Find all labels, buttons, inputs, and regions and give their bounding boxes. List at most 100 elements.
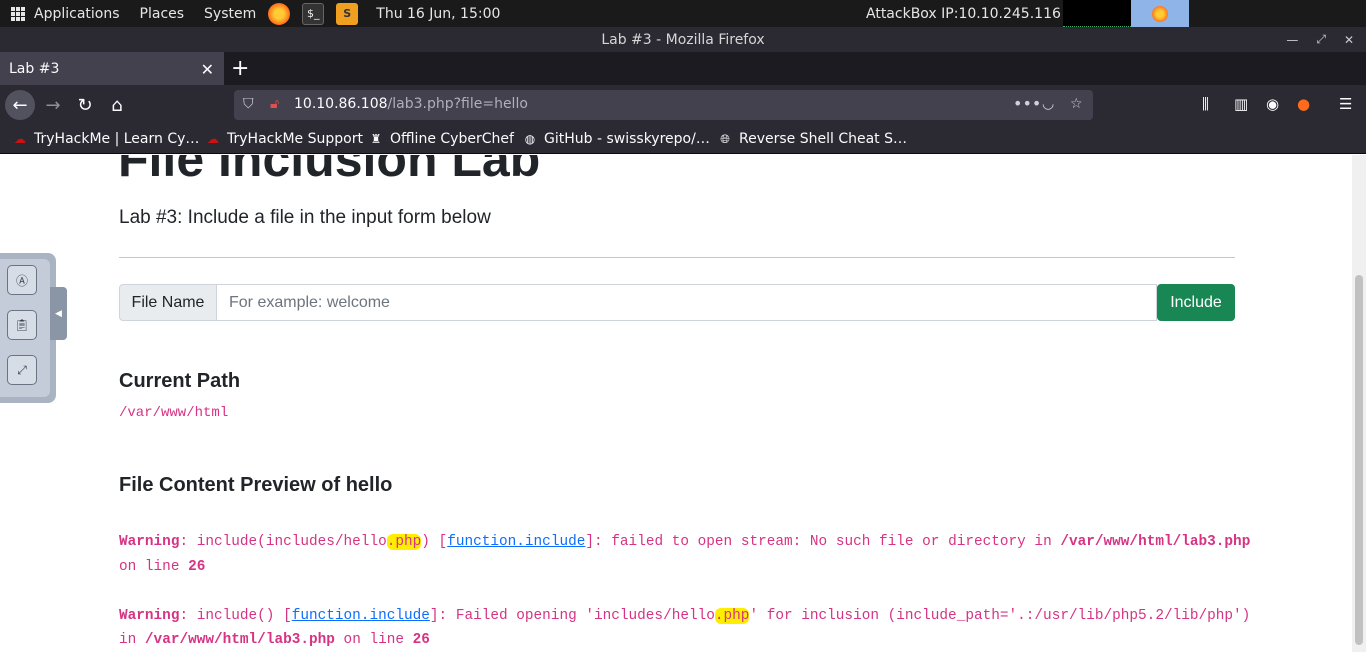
bookmark-tryhackme-support[interactable]: ☁ TryHackMe Support bbox=[205, 131, 363, 147]
system-menu[interactable]: System bbox=[204, 0, 256, 27]
pocket-icon[interactable]: ◡ bbox=[1042, 96, 1054, 112]
warning-label: Warning bbox=[119, 534, 180, 550]
highlighted-text: .php bbox=[714, 608, 750, 624]
url-path: /lab3.php?file=hello bbox=[387, 96, 528, 112]
extension-icon[interactable]: ● bbox=[1297, 95, 1310, 113]
navigation-bar: ← → ↻ ⌂ ⛉ 🔓︎ 10.10.86.108/lab3.php?file=… bbox=[0, 85, 1366, 125]
home-button[interactable]: ⌂ bbox=[102, 90, 132, 120]
tryhackme-icon: ☁ bbox=[14, 132, 26, 146]
warning-1-line-1: Warning: include(includes/hello.php) [fu… bbox=[119, 534, 1250, 550]
warning-text: : include() [ bbox=[179, 608, 292, 624]
close-tab-icon[interactable]: ✕ bbox=[201, 60, 214, 79]
applications-menu[interactable]: Applications bbox=[34, 0, 120, 27]
firefox-taskbar-button[interactable] bbox=[1131, 0, 1189, 27]
sidebar-icon[interactable]: ▥ bbox=[1234, 95, 1248, 113]
current-path-heading: Current Path bbox=[119, 370, 241, 392]
apps-grid-icon[interactable] bbox=[11, 6, 25, 21]
scrollbar-thumb[interactable] bbox=[1355, 275, 1363, 645]
url-bar[interactable]: ⛉ 🔓︎ 10.10.86.108/lab3.php?file=hello ••… bbox=[234, 90, 1093, 120]
bookmark-label: TryHackMe | Learn Cy… bbox=[34, 131, 200, 147]
highlighted-text: .php bbox=[386, 534, 422, 550]
firefox-icon bbox=[1152, 5, 1168, 22]
warning-text: ' for inclusion (include_path='.:/usr/li… bbox=[749, 608, 1251, 624]
places-menu[interactable]: Places bbox=[140, 0, 185, 27]
attackbox-ip: AttackBox IP:10.10.245.116 bbox=[866, 5, 1061, 22]
top-panel: Applications Places System $_ S Thu 16 J… bbox=[0, 0, 1366, 27]
warning-1-line-2: on line 26 bbox=[119, 559, 205, 575]
function-include-link[interactable]: function.include bbox=[292, 608, 430, 624]
close-window-icon[interactable]: ✕ bbox=[1344, 33, 1354, 47]
tab-label: Lab #3 bbox=[9, 60, 60, 77]
url-text[interactable]: 10.10.86.108/lab3.php?file=hello bbox=[294, 96, 528, 112]
side-toolbar-handle[interactable]: ◀ bbox=[50, 287, 67, 340]
page-actions-icon[interactable]: ••• bbox=[1013, 94, 1041, 113]
github-icon: ◍ bbox=[524, 132, 536, 146]
warning-text: on line bbox=[119, 559, 189, 575]
bookmark-label: GitHub - swisskyrepo/… bbox=[544, 131, 710, 147]
warning-line-number: 26 bbox=[188, 559, 206, 575]
warning-text: on line bbox=[334, 632, 413, 648]
side-toolbar-inner: Ⓐ 📋︎ ⤢ bbox=[0, 259, 50, 397]
preview-filename: hello bbox=[345, 474, 393, 496]
warning-line-number: 26 bbox=[412, 632, 430, 648]
bookmark-label: TryHackMe Support bbox=[227, 131, 363, 147]
library-icon[interactable]: ⫼ bbox=[1202, 95, 1209, 113]
bookmark-star-icon[interactable]: ☆ bbox=[1070, 96, 1083, 112]
warning-2-line-2: in /var/www/html/lab3.php on line 26 bbox=[119, 632, 430, 648]
warning-text: : include(includes/hello bbox=[179, 534, 387, 550]
tab-lab3[interactable]: Lab #3 ✕ bbox=[0, 52, 224, 85]
tryhackme-icon: ☁ bbox=[207, 132, 219, 146]
warning-text: ]: Failed opening 'includes/hello bbox=[429, 608, 715, 624]
warning-text: ]: failed to open stream: No such file o… bbox=[585, 534, 1061, 550]
window-title: Lab #3 - Mozilla Firefox bbox=[601, 31, 765, 48]
bookmark-reverse-shell[interactable]: 🌐︎ Reverse Shell Cheat S… bbox=[717, 131, 907, 147]
bookmark-cyberchef[interactable]: ♜ Offline CyberChef bbox=[368, 131, 514, 147]
file-name-input[interactable] bbox=[217, 284, 1157, 321]
shield-icon[interactable]: ⛉ bbox=[243, 96, 254, 112]
warning-text: ) [ bbox=[421, 534, 448, 550]
forward-button[interactable]: → bbox=[38, 90, 68, 120]
back-button[interactable]: ← bbox=[5, 90, 35, 120]
warning-2-line-1: Warning: include() [function.include]: F… bbox=[119, 608, 1250, 624]
bookmark-label: Offline CyberChef bbox=[390, 131, 514, 147]
page-title: File Inclusion Lab bbox=[118, 155, 541, 187]
page-content: File Inclusion Lab Lab #3: Include a fil… bbox=[0, 155, 1352, 652]
warning-label: Warning bbox=[119, 608, 180, 624]
insecure-lock-icon[interactable]: 🔓︎ bbox=[270, 96, 279, 112]
terminal-launcher-icon[interactable]: $_ bbox=[302, 2, 325, 25]
panel-applet bbox=[1062, 0, 1131, 27]
minimize-icon[interactable]: — bbox=[1286, 33, 1298, 47]
firefox-launcher-icon[interactable] bbox=[268, 2, 291, 25]
bookmark-label: Reverse Shell Cheat S… bbox=[739, 131, 907, 147]
current-path-value: /var/www/html bbox=[119, 405, 229, 421]
bookmark-github[interactable]: ◍ GitHub - swisskyrepo/… bbox=[522, 131, 710, 147]
page-lead: Lab #3: Include a file in the input form… bbox=[119, 207, 491, 228]
tab-strip: Lab #3 ✕ + bbox=[0, 52, 1366, 85]
restore-icon[interactable]: ⤢ bbox=[1316, 32, 1326, 47]
file-input-group: File Name Include bbox=[119, 284, 1235, 321]
function-include-link[interactable]: function.include bbox=[447, 534, 585, 550]
window-titlebar: Lab #3 - Mozilla Firefox — ⤢ ✕ bbox=[0, 27, 1366, 52]
warning-text: in bbox=[119, 632, 145, 648]
preview-heading: File Content Preview of hello bbox=[119, 474, 392, 497]
divider bbox=[119, 257, 1235, 258]
file-name-label: File Name bbox=[119, 284, 217, 321]
reload-button[interactable]: ↻ bbox=[70, 90, 100, 120]
fullscreen-icon[interactable]: ⤢ bbox=[7, 355, 37, 385]
bookmarks-bar: ☁ TryHackMe | Learn Cy… ☁ TryHackMe Supp… bbox=[0, 125, 1366, 154]
warning-path: /var/www/html/lab3.php bbox=[144, 632, 335, 648]
url-host: 10.10.86.108 bbox=[294, 96, 388, 112]
text-tool-icon[interactable]: Ⓐ bbox=[7, 265, 37, 295]
bookmark-tryhackme[interactable]: ☁ TryHackMe | Learn Cy… bbox=[12, 131, 199, 147]
new-tab-icon[interactable]: + bbox=[231, 56, 249, 81]
clipboard-icon[interactable]: 📋︎ bbox=[7, 310, 37, 340]
page-scrollbar[interactable] bbox=[1352, 155, 1366, 652]
globe-icon: 🌐︎ bbox=[720, 131, 730, 146]
include-button[interactable]: Include bbox=[1157, 284, 1235, 321]
menu-icon[interactable]: ☰ bbox=[1339, 95, 1352, 113]
preview-prefix: File Content Preview of bbox=[119, 474, 346, 496]
sublime-launcher-icon[interactable]: S bbox=[336, 2, 359, 25]
account-icon[interactable]: ◉ bbox=[1266, 95, 1279, 113]
clock[interactable]: Thu 16 Jun, 15:00 bbox=[376, 0, 500, 27]
chef-icon: ♜ bbox=[370, 132, 382, 146]
